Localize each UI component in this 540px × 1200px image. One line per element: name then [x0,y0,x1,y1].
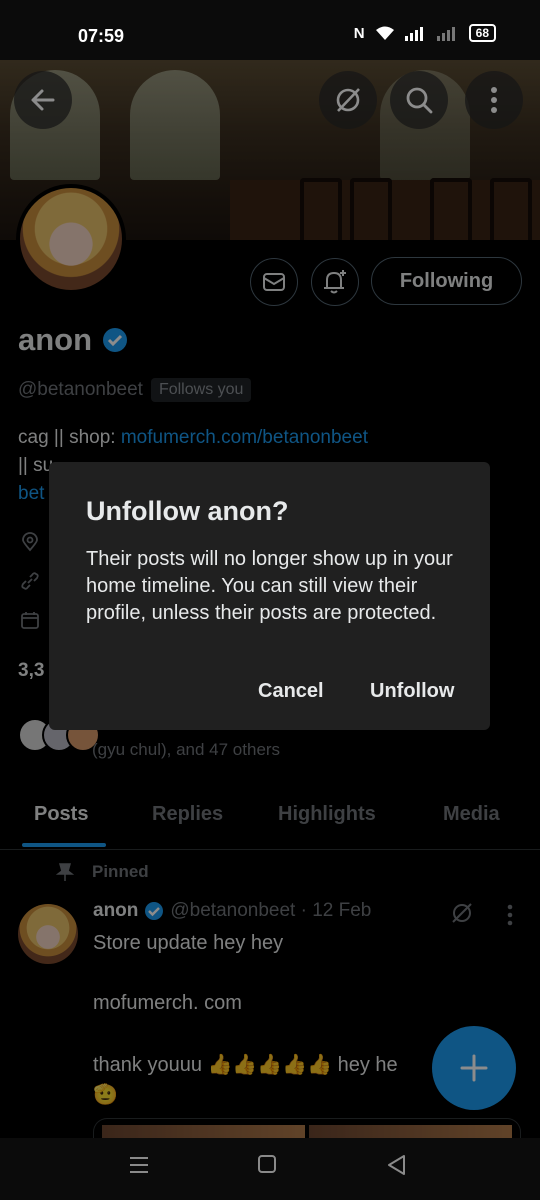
nfc-icon: N [353,24,365,42]
status-time: 07:59 [78,26,125,46]
signal-2-icon [436,27,455,41]
back-nav-icon[interactable] [386,1154,406,1176]
status-icons: N 68 [354,24,496,42]
cancel-button[interactable]: Cancel [258,680,324,703]
recents-icon[interactable] [128,1154,150,1176]
wifi-icon [375,26,394,40]
status-bar: 07:59 N 68 [0,0,540,60]
dialog-body: Their posts will no longer show up in yo… [86,548,453,624]
unfollow-dialog: Unfollow anon? Their posts will no longe… [49,462,490,730]
dialog-title: Unfollow anon? [86,496,289,526]
unfollow-button[interactable]: Unfollow [370,680,454,703]
battery-icon: 68 [468,24,496,42]
home-icon[interactable] [257,1154,277,1174]
system-nav-bar [0,1138,540,1200]
signal-icon [404,27,423,41]
